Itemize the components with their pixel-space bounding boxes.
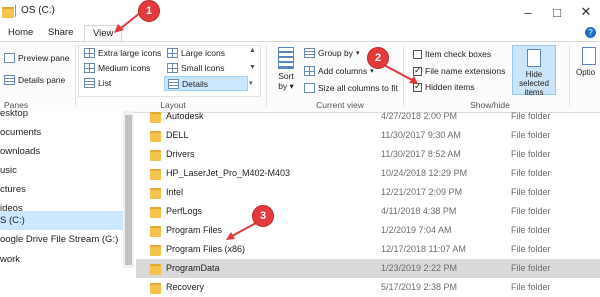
nav-item[interactable]: oogle Drive File Stream (G:) bbox=[0, 230, 123, 249]
nav-item[interactable]: S (C:) bbox=[0, 211, 123, 230]
nav-item[interactable]: ctures bbox=[0, 180, 123, 199]
file-name: Recovery bbox=[166, 282, 205, 292]
nav-item[interactable]: work bbox=[0, 250, 123, 269]
file-date: 5/17/2019 2:38 PM bbox=[381, 282, 458, 292]
annotation-badge-2: 2 bbox=[367, 47, 389, 69]
arrow-1 bbox=[120, 12, 141, 29]
arrow-2 bbox=[383, 64, 413, 81]
arrow-3 bbox=[231, 222, 257, 237]
nav-item[interactable]: esktop bbox=[0, 104, 123, 123]
folder-icon bbox=[150, 283, 161, 294]
file-row[interactable]: Recovery 5/17/2019 2:38 PM File folder bbox=[136, 278, 600, 297]
annotation-badge-3: 3 bbox=[252, 205, 274, 227]
arrowhead-1 bbox=[114, 24, 124, 33]
nav-item[interactable]: ownloads bbox=[0, 142, 123, 161]
file-type: File folder bbox=[511, 282, 551, 292]
annotation-badge-1: 1 bbox=[138, 0, 160, 22]
nav-item[interactable]: ocuments bbox=[0, 123, 123, 142]
nav-item[interactable]: usic bbox=[0, 161, 123, 180]
